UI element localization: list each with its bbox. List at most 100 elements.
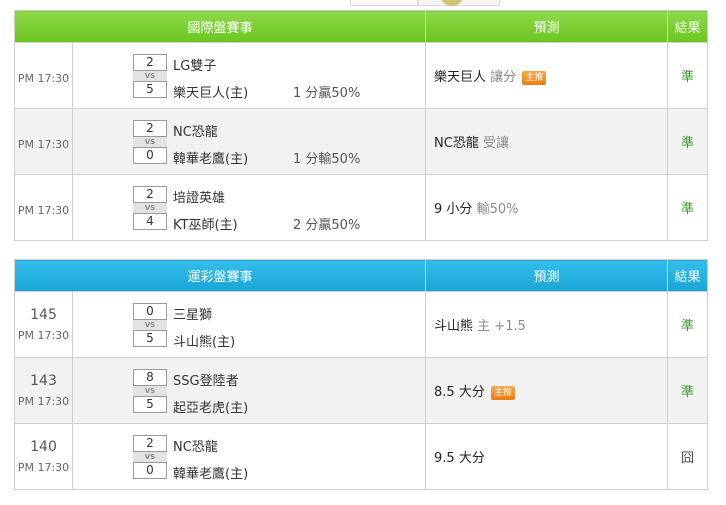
match-cell: 2 VS 0 NC恐龍 韓華老鷹(主) 1 分輸50% bbox=[71, 108, 427, 175]
intl-result-header: 結果 bbox=[667, 10, 709, 43]
table-row[interactable]: 145 PM 17:30 0 VS 5 三星獅 斗山熊(主) 斗山熊 主 +1.5 準 bbox=[14, 291, 709, 358]
time-cell: PM 17:30 bbox=[14, 42, 73, 109]
away-team[interactable]: NC恐龍 bbox=[173, 436, 218, 455]
result-cell: 準 bbox=[667, 108, 709, 175]
home-score: 0 bbox=[133, 462, 167, 479]
top-tab-strip bbox=[0, 0, 726, 10]
game-time: PM 17:30 bbox=[17, 204, 70, 217]
vs-label: VS bbox=[133, 386, 167, 396]
away-score: 2 bbox=[133, 435, 167, 452]
intl-schedule-table: 國際盤賽事 預測 結果 PM 17:30 2 VS 5 LG雙子 樂天巨人(主) 1… bbox=[13, 10, 709, 241]
lotto-result-header: 結果 bbox=[667, 259, 709, 292]
prediction-cell: NC恐龍 受讓 bbox=[425, 108, 669, 175]
home-team[interactable]: 樂天巨人(主) bbox=[173, 82, 248, 101]
score-box: 8 VS 5 bbox=[133, 369, 167, 413]
result-cell: 準 bbox=[667, 42, 709, 109]
vs-label: VS bbox=[133, 137, 167, 147]
prediction-cell: 8.5 大分 主推 bbox=[425, 357, 669, 424]
home-team[interactable]: 韓華老鷹(主) bbox=[173, 463, 248, 482]
time-cell: PM 17:30 bbox=[14, 108, 73, 175]
lotto-schedule-table: 運彩盤賽事 預測 結果 145 PM 17:30 0 VS 5 三星獅 斗山熊(主) … bbox=[13, 259, 709, 490]
match-cell: 2 VS 4 培證英雄 KT巫師(主) 2 分贏50% bbox=[71, 174, 427, 241]
lotto-event-header: 運彩盤賽事 bbox=[13, 259, 427, 292]
home-score: 4 bbox=[133, 213, 167, 230]
table-row[interactable]: PM 17:30 2 VS 4 培證英雄 KT巫師(主) 2 分贏50% 9 小分 … bbox=[14, 174, 709, 241]
result-cell: 準 bbox=[667, 291, 709, 358]
score-box: 2 VS 4 bbox=[133, 186, 167, 230]
prediction-cell: 9.5 大分 bbox=[425, 423, 669, 490]
table-row[interactable]: PM 17:30 2 VS 0 NC恐龍 韓華老鷹(主) 1 分輸50% NC恐龍 … bbox=[14, 108, 709, 175]
time-cell: 143 PM 17:30 bbox=[14, 357, 73, 424]
pick-subtext: 輸50% bbox=[476, 202, 519, 217]
pick-subtext: 受讓 bbox=[482, 136, 509, 151]
pick-text: 9 小分 bbox=[434, 202, 473, 217]
game-number: 143 bbox=[30, 373, 57, 389]
home-team[interactable]: 斗山熊(主) bbox=[173, 331, 235, 350]
handicap-line: 1 分輸50% bbox=[293, 152, 361, 167]
pick-text: 8.5 大分 bbox=[434, 385, 485, 400]
home-score: 5 bbox=[133, 81, 167, 98]
score-box: 2 VS 0 bbox=[133, 120, 167, 164]
featured-badge: 主推 bbox=[522, 71, 547, 85]
away-team[interactable]: NC恐龍 bbox=[173, 121, 218, 140]
prediction-cell: 9 小分 輸50% bbox=[425, 174, 669, 241]
away-score: 0 bbox=[133, 303, 167, 320]
game-number: 140 bbox=[30, 439, 57, 455]
lotto-header-row: 運彩盤賽事 預測 結果 bbox=[13, 259, 709, 292]
handicap-line: 2 分贏50% bbox=[293, 218, 361, 233]
handicap-line: 1 分贏50% bbox=[293, 86, 361, 101]
intl-predict-header: 預測 bbox=[425, 10, 669, 43]
vs-label: VS bbox=[133, 203, 167, 213]
home-team[interactable]: KT巫師(主) bbox=[173, 214, 238, 233]
game-time: PM 17:30 bbox=[17, 461, 70, 474]
away-team[interactable]: LG雙子 bbox=[173, 55, 216, 74]
time-cell: 145 PM 17:30 bbox=[14, 291, 73, 358]
home-team[interactable]: 起亞老虎(主) bbox=[173, 397, 248, 416]
featured-badge: 主推 bbox=[490, 386, 515, 400]
home-score: 5 bbox=[133, 330, 167, 347]
match-cell: 2 VS 0 NC恐龍 韓華老鷹(主) bbox=[71, 423, 427, 490]
result-cell: 囧 bbox=[667, 423, 709, 490]
pick-text: 9.5 大分 bbox=[434, 451, 485, 466]
pick-text: 樂天巨人 bbox=[434, 70, 487, 85]
away-score: 2 bbox=[133, 54, 167, 71]
prediction-cell: 樂天巨人 讓分 主推 bbox=[425, 42, 669, 109]
home-score: 5 bbox=[133, 396, 167, 413]
home-team[interactable]: 韓華老鷹(主) bbox=[173, 148, 248, 167]
result-cell: 準 bbox=[667, 357, 709, 424]
time-cell: 140 PM 17:30 bbox=[14, 423, 73, 490]
lotto-predict-header: 預測 bbox=[425, 259, 669, 292]
pick-text: 斗山熊 bbox=[434, 319, 474, 334]
game-time: PM 17:30 bbox=[17, 395, 70, 408]
vs-label: VS bbox=[133, 320, 167, 330]
away-team[interactable]: 三星獅 bbox=[173, 304, 212, 323]
intl-header-row: 國際盤賽事 預測 結果 bbox=[13, 10, 709, 43]
result-cell: 準 bbox=[667, 174, 709, 241]
vs-label: VS bbox=[133, 452, 167, 462]
pick-subtext: 主 +1.5 bbox=[477, 319, 526, 334]
table-row[interactable]: 143 PM 17:30 8 VS 5 SSG登陸者 起亞老虎(主) 8.5 大分 主… bbox=[14, 357, 709, 424]
intl-event-header: 國際盤賽事 bbox=[13, 10, 427, 43]
away-score: 2 bbox=[133, 120, 167, 137]
away-team[interactable]: 培證英雄 bbox=[173, 187, 225, 206]
score-box: 0 VS 5 bbox=[133, 303, 167, 347]
score-box: 2 VS 0 bbox=[133, 435, 167, 479]
home-score: 0 bbox=[133, 147, 167, 164]
pick-text: NC恐龍 bbox=[434, 136, 479, 151]
vs-label: VS bbox=[133, 71, 167, 81]
away-score: 2 bbox=[133, 186, 167, 203]
match-cell: 8 VS 5 SSG登陸者 起亞老虎(主) bbox=[71, 357, 427, 424]
top-tab[interactable] bbox=[350, 0, 418, 6]
game-time: PM 17:30 bbox=[17, 138, 70, 151]
away-team[interactable]: SSG登陸者 bbox=[173, 370, 239, 389]
match-cell: 2 VS 5 LG雙子 樂天巨人(主) 1 分贏50% bbox=[71, 42, 427, 109]
table-row[interactable]: PM 17:30 2 VS 5 LG雙子 樂天巨人(主) 1 分贏50% 樂天巨人 … bbox=[14, 42, 709, 109]
prediction-cell: 斗山熊 主 +1.5 bbox=[425, 291, 669, 358]
match-cell: 0 VS 5 三星獅 斗山熊(主) bbox=[71, 291, 427, 358]
game-number: 145 bbox=[30, 307, 57, 323]
time-cell: PM 17:30 bbox=[14, 174, 73, 241]
score-box: 2 VS 5 bbox=[133, 54, 167, 98]
away-score: 8 bbox=[133, 369, 167, 386]
table-row[interactable]: 140 PM 17:30 2 VS 0 NC恐龍 韓華老鷹(主) 9.5 大分 囧 bbox=[14, 423, 709, 490]
game-time: PM 17:30 bbox=[17, 329, 70, 342]
